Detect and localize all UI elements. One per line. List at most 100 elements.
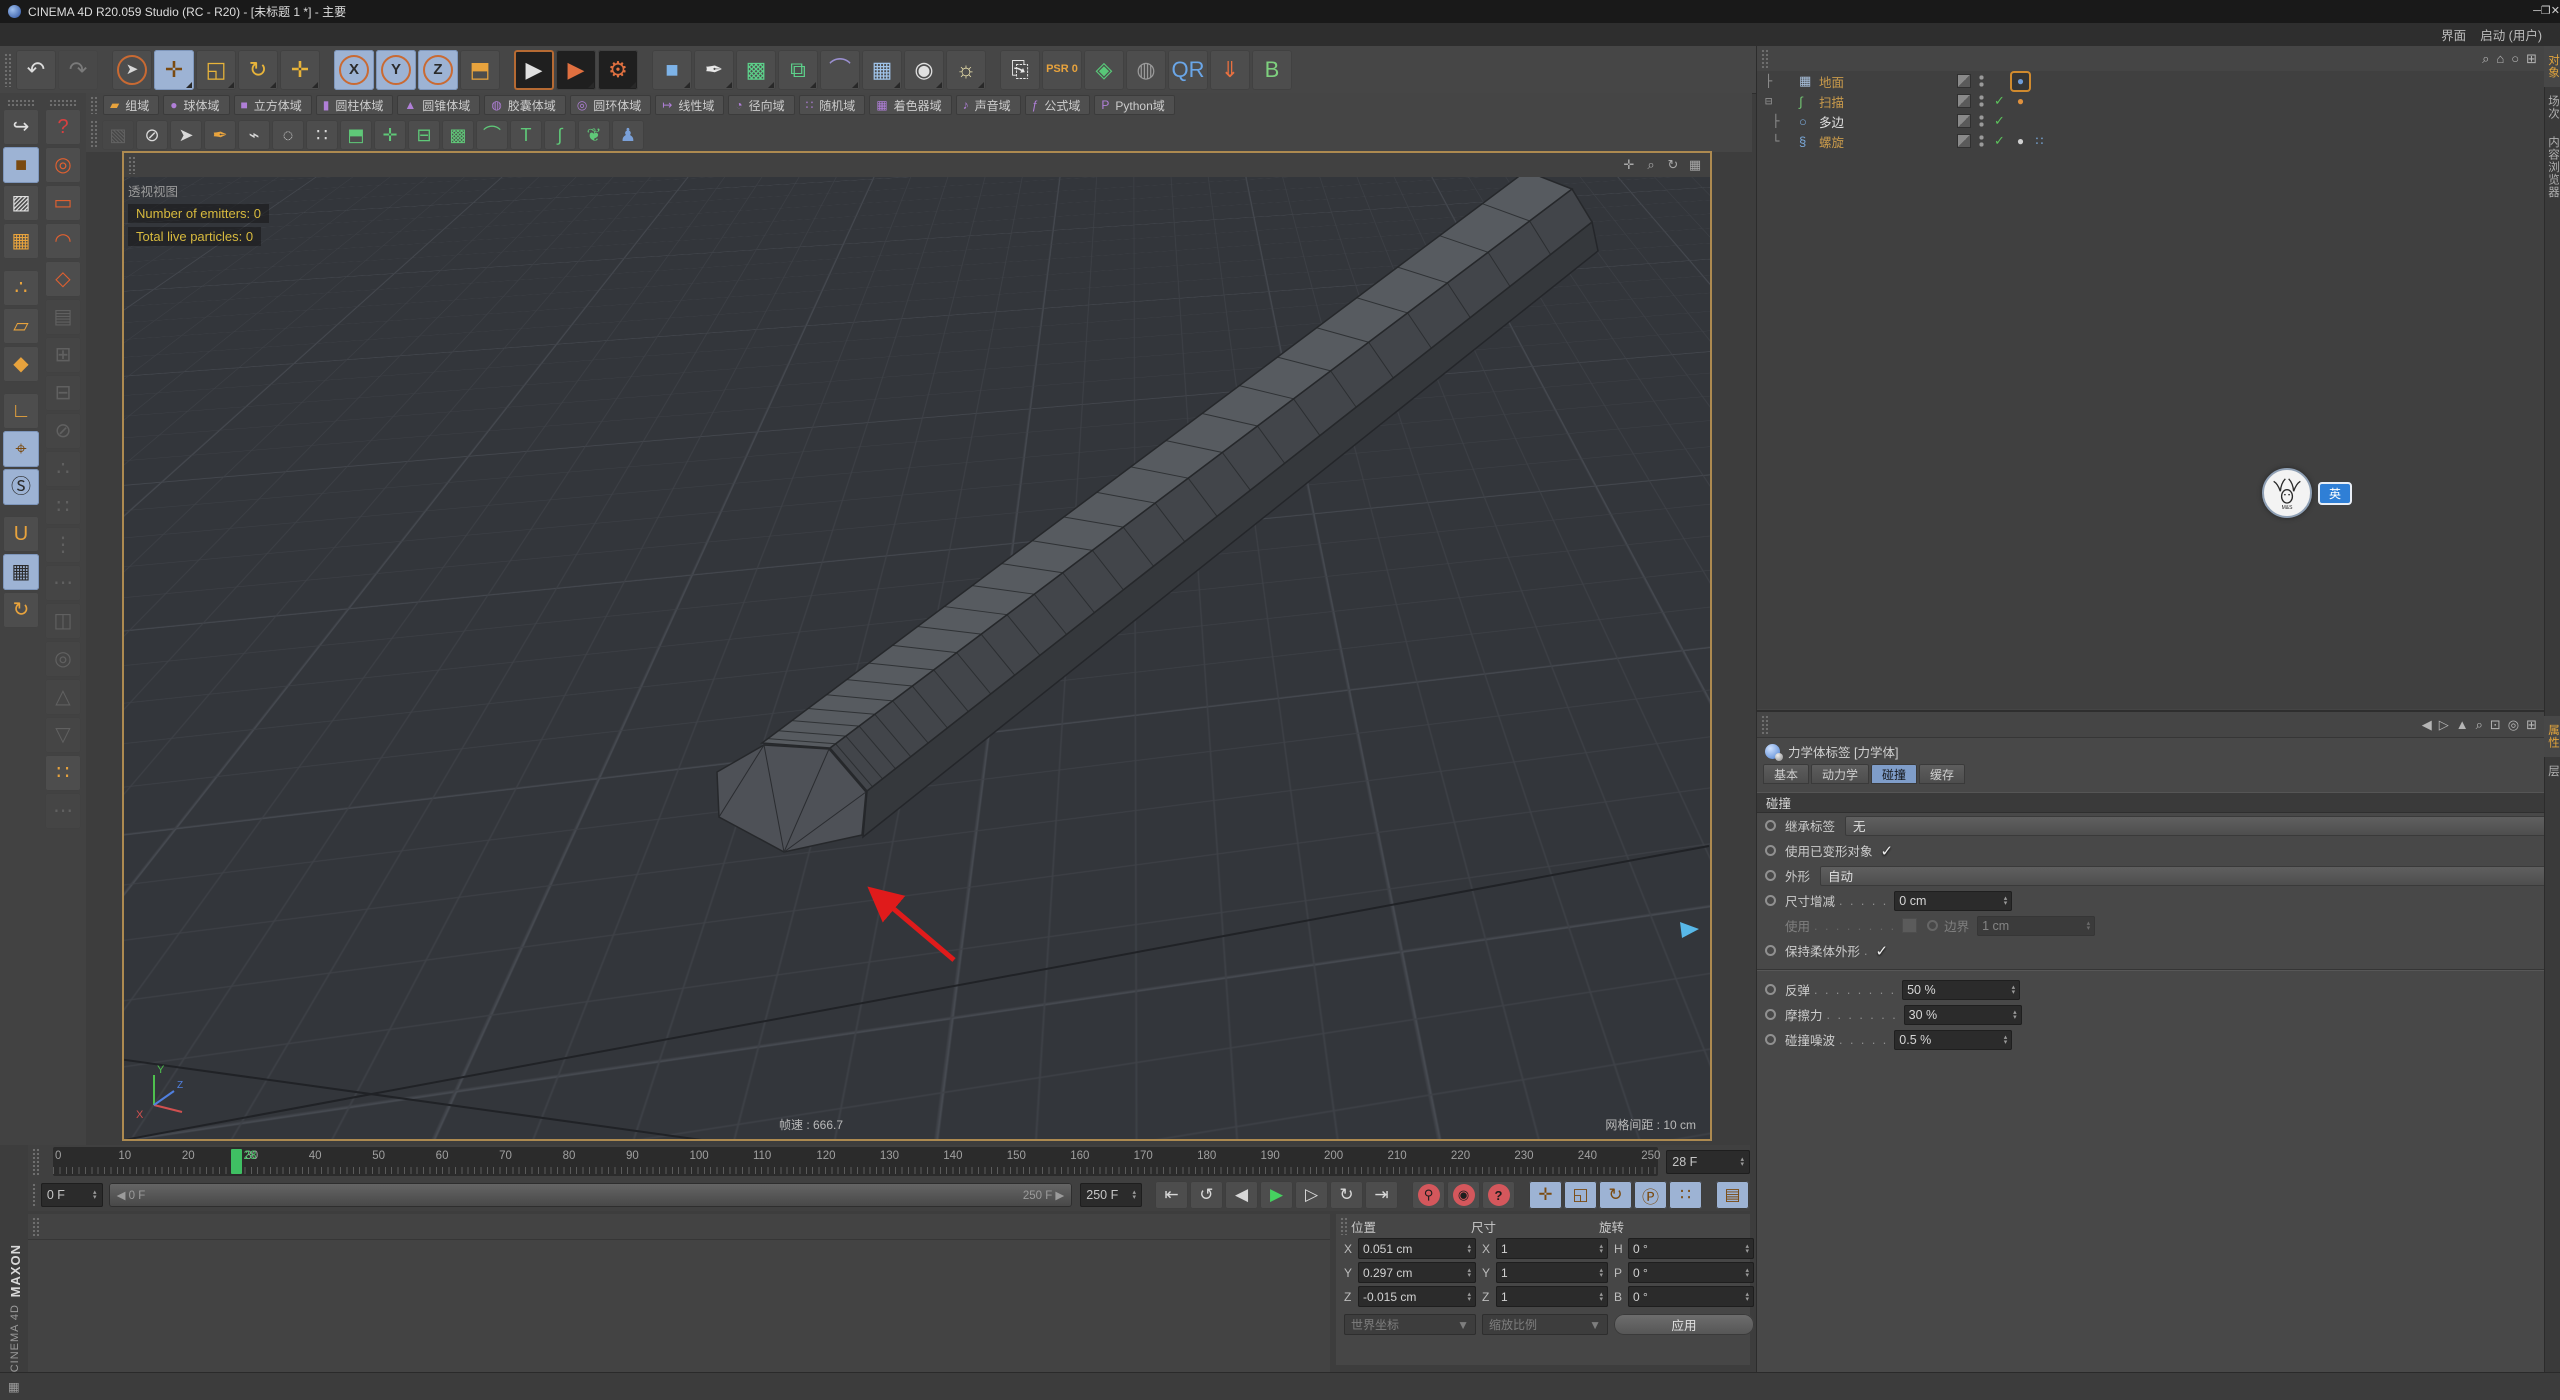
- om-search-icon[interactable]: ⌕: [2482, 51, 2489, 67]
- polygon-selection-tool[interactable]: ◇: [45, 261, 81, 297]
- rotate-tool[interactable]: ↻: [238, 50, 278, 90]
- palette-handle[interactable]: [90, 96, 97, 114]
- zoom-view-icon[interactable]: ⌕: [1642, 156, 1660, 174]
- goto-end-button[interactable]: ⇥: [1365, 1181, 1398, 1209]
- boundary-field[interactable]: 1 cm▴▾: [1977, 916, 2095, 936]
- linear-field-button[interactable]: ↦线性域: [655, 95, 724, 115]
- grid-points-icon[interactable]: ∷: [306, 120, 338, 150]
- coordinate-system-button[interactable]: ⬒: [460, 50, 500, 90]
- boole-icon[interactable]: ⊟: [408, 120, 440, 150]
- tag-icon[interactable]: ●: [2012, 133, 2029, 150]
- point-slash-icon[interactable]: ⊘: [136, 120, 168, 150]
- record-keyframe-button[interactable]: ⚲: [1412, 1181, 1445, 1209]
- position-y-field[interactable]: 0.297 cm▴▾: [1358, 1262, 1476, 1283]
- key-rotation-button[interactable]: ↻: [1599, 1181, 1632, 1209]
- margin-field[interactable]: 0 cm▴▾: [1894, 891, 2012, 911]
- palette-handle[interactable]: [1761, 49, 1768, 68]
- command-weld[interactable]: ∴: [45, 451, 81, 487]
- sweep-nurbs-icon[interactable]: ∫: [544, 120, 576, 150]
- toggle-view-icon[interactable]: ▦: [1686, 156, 1704, 174]
- polygons-mode-button[interactable]: ◆: [3, 346, 39, 382]
- select-points-icon[interactable]: ➤: [170, 120, 202, 150]
- mode-icon[interactable]: [7, 99, 35, 106]
- am-forward-icon[interactable]: ▷: [2439, 717, 2449, 733]
- magnet-snap-button[interactable]: U: [3, 516, 39, 552]
- volume-builder-icon[interactable]: ▩: [442, 120, 474, 150]
- formula-field-button[interactable]: ƒ公式域: [1025, 95, 1091, 115]
- attribute-tab[interactable]: 基本: [1763, 764, 1809, 784]
- generators-button[interactable]: ⧉: [778, 50, 818, 90]
- panel-tab[interactable]: 场次: [2544, 87, 2560, 128]
- sound-field-button[interactable]: ♪声音域: [956, 95, 1021, 115]
- lasso-selection-tool[interactable]: ◠: [45, 223, 81, 259]
- layer-square[interactable]: [1957, 114, 1971, 128]
- rotation-b-field[interactable]: 0 °▴▾: [1628, 1286, 1754, 1307]
- play-loop-button[interactable]: ↻: [1330, 1181, 1363, 1209]
- size-x-field[interactable]: 1▴▾: [1496, 1238, 1608, 1259]
- layer-square[interactable]: [1957, 134, 1971, 148]
- object-name[interactable]: 扫描: [1819, 92, 1957, 111]
- enable-check[interactable]: ✓: [1994, 133, 2012, 149]
- om-add-panel-icon[interactable]: ⊞: [2526, 51, 2537, 67]
- subdivision-surface-button[interactable]: ▩: [736, 50, 776, 90]
- object-name[interactable]: 地面: [1819, 72, 1957, 91]
- command-bridge[interactable]: ⊘: [45, 413, 81, 449]
- palette-handle[interactable]: [90, 120, 97, 149]
- size-y-field[interactable]: 1▴▾: [1496, 1262, 1608, 1283]
- object-row[interactable]: ├ ▦ 地面 ●: [1757, 71, 2545, 91]
- environment-button[interactable]: ▦: [862, 50, 902, 90]
- visibility-dots[interactable]: [1979, 74, 1984, 88]
- command-dots-2[interactable]: ⋯: [45, 565, 81, 601]
- live-selection-tool[interactable]: ➤: [112, 50, 152, 90]
- close-button[interactable]: ✕: [2551, 5, 2560, 17]
- attribute-tab[interactable]: 动力学: [1811, 764, 1869, 784]
- tag-icon[interactable]: ●: [2012, 73, 2029, 90]
- bounce-field[interactable]: 50 %▴▾: [1902, 980, 2020, 1000]
- visibility-dots[interactable]: [1979, 114, 1984, 128]
- palette-handle[interactable]: [32, 1148, 39, 1175]
- python-field-button[interactable]: PPython域: [1094, 95, 1174, 115]
- play-forwards-button[interactable]: ▶: [1260, 1181, 1293, 1209]
- command-extrude[interactable]: ▤: [45, 299, 81, 335]
- am-lock-icon[interactable]: ⊡: [2490, 717, 2501, 733]
- noise-field[interactable]: 0.5 %▴▾: [1894, 1030, 2012, 1050]
- workplane-plugin-button[interactable]: ⎘: [1000, 50, 1040, 90]
- plugin-qr-button[interactable]: QR: [1168, 50, 1208, 90]
- record-circle[interactable]: [1765, 870, 1776, 881]
- am-back-icon[interactable]: ◀: [2422, 717, 2432, 733]
- layout-dropdown[interactable]: 启动 (用户): [2480, 25, 2542, 44]
- object-row[interactable]: └ § 螺旋 ✓ ● ∷: [1757, 131, 2545, 151]
- record-circle[interactable]: [1765, 984, 1776, 995]
- palette-handle[interactable]: [1340, 1217, 1347, 1235]
- render-view-button[interactable]: ▶: [514, 50, 554, 90]
- enable-axis-button[interactable]: ∟: [3, 393, 39, 429]
- preview-range-bar[interactable]: ◀ 0 F250 F ▶: [109, 1183, 1073, 1207]
- shape-select[interactable]: 自动▼: [1820, 866, 2560, 886]
- attribute-tab[interactable]: 碰撞: [1871, 764, 1917, 784]
- visibility-dots[interactable]: [1979, 134, 1984, 148]
- command-bevel[interactable]: ⊟: [45, 375, 81, 411]
- coordinate-space-select[interactable]: 世界坐标▼: [1344, 1314, 1476, 1335]
- panel-tab[interactable]: 内容浏览器: [2544, 128, 2560, 207]
- palette-handle[interactable]: [1761, 715, 1768, 734]
- help-selection-tool[interactable]: ?: [45, 109, 81, 145]
- pan-view-icon[interactable]: ✛: [1620, 156, 1638, 174]
- text-object-icon[interactable]: T: [510, 120, 542, 150]
- am-target-icon[interactable]: ◎: [2508, 717, 2519, 733]
- cone-field-button[interactable]: ▲圆锥体域: [397, 95, 480, 115]
- palette-handle[interactable]: [32, 1217, 39, 1236]
- range-end-field[interactable]: 250 F▴▾: [1080, 1183, 1142, 1207]
- panel-tab[interactable]: 层: [2544, 757, 2560, 786]
- position-x-field[interactable]: 0.051 cm▴▾: [1358, 1238, 1476, 1259]
- rotation-h-field[interactable]: 0 °▴▾: [1628, 1238, 1754, 1259]
- deformed-checkbox[interactable]: ✓: [1881, 842, 1894, 860]
- current-frame-field[interactable]: 28 F▴▾: [1666, 1150, 1750, 1174]
- panel-tab[interactable]: 对象: [2544, 46, 2560, 87]
- timeline-ruler[interactable]: 0102030405060708090100110120130140150160…: [53, 1147, 1658, 1176]
- y-axis-lock-button[interactable]: Y: [376, 50, 416, 90]
- command-visibility-1[interactable]: ◫: [45, 603, 81, 639]
- keepsoft-checkbox[interactable]: ✓: [1876, 942, 1889, 960]
- scale-tool[interactable]: ◱: [196, 50, 236, 90]
- command-triangulate[interactable]: △: [45, 679, 81, 715]
- live-selection-tool-2[interactable]: ◎: [45, 147, 81, 183]
